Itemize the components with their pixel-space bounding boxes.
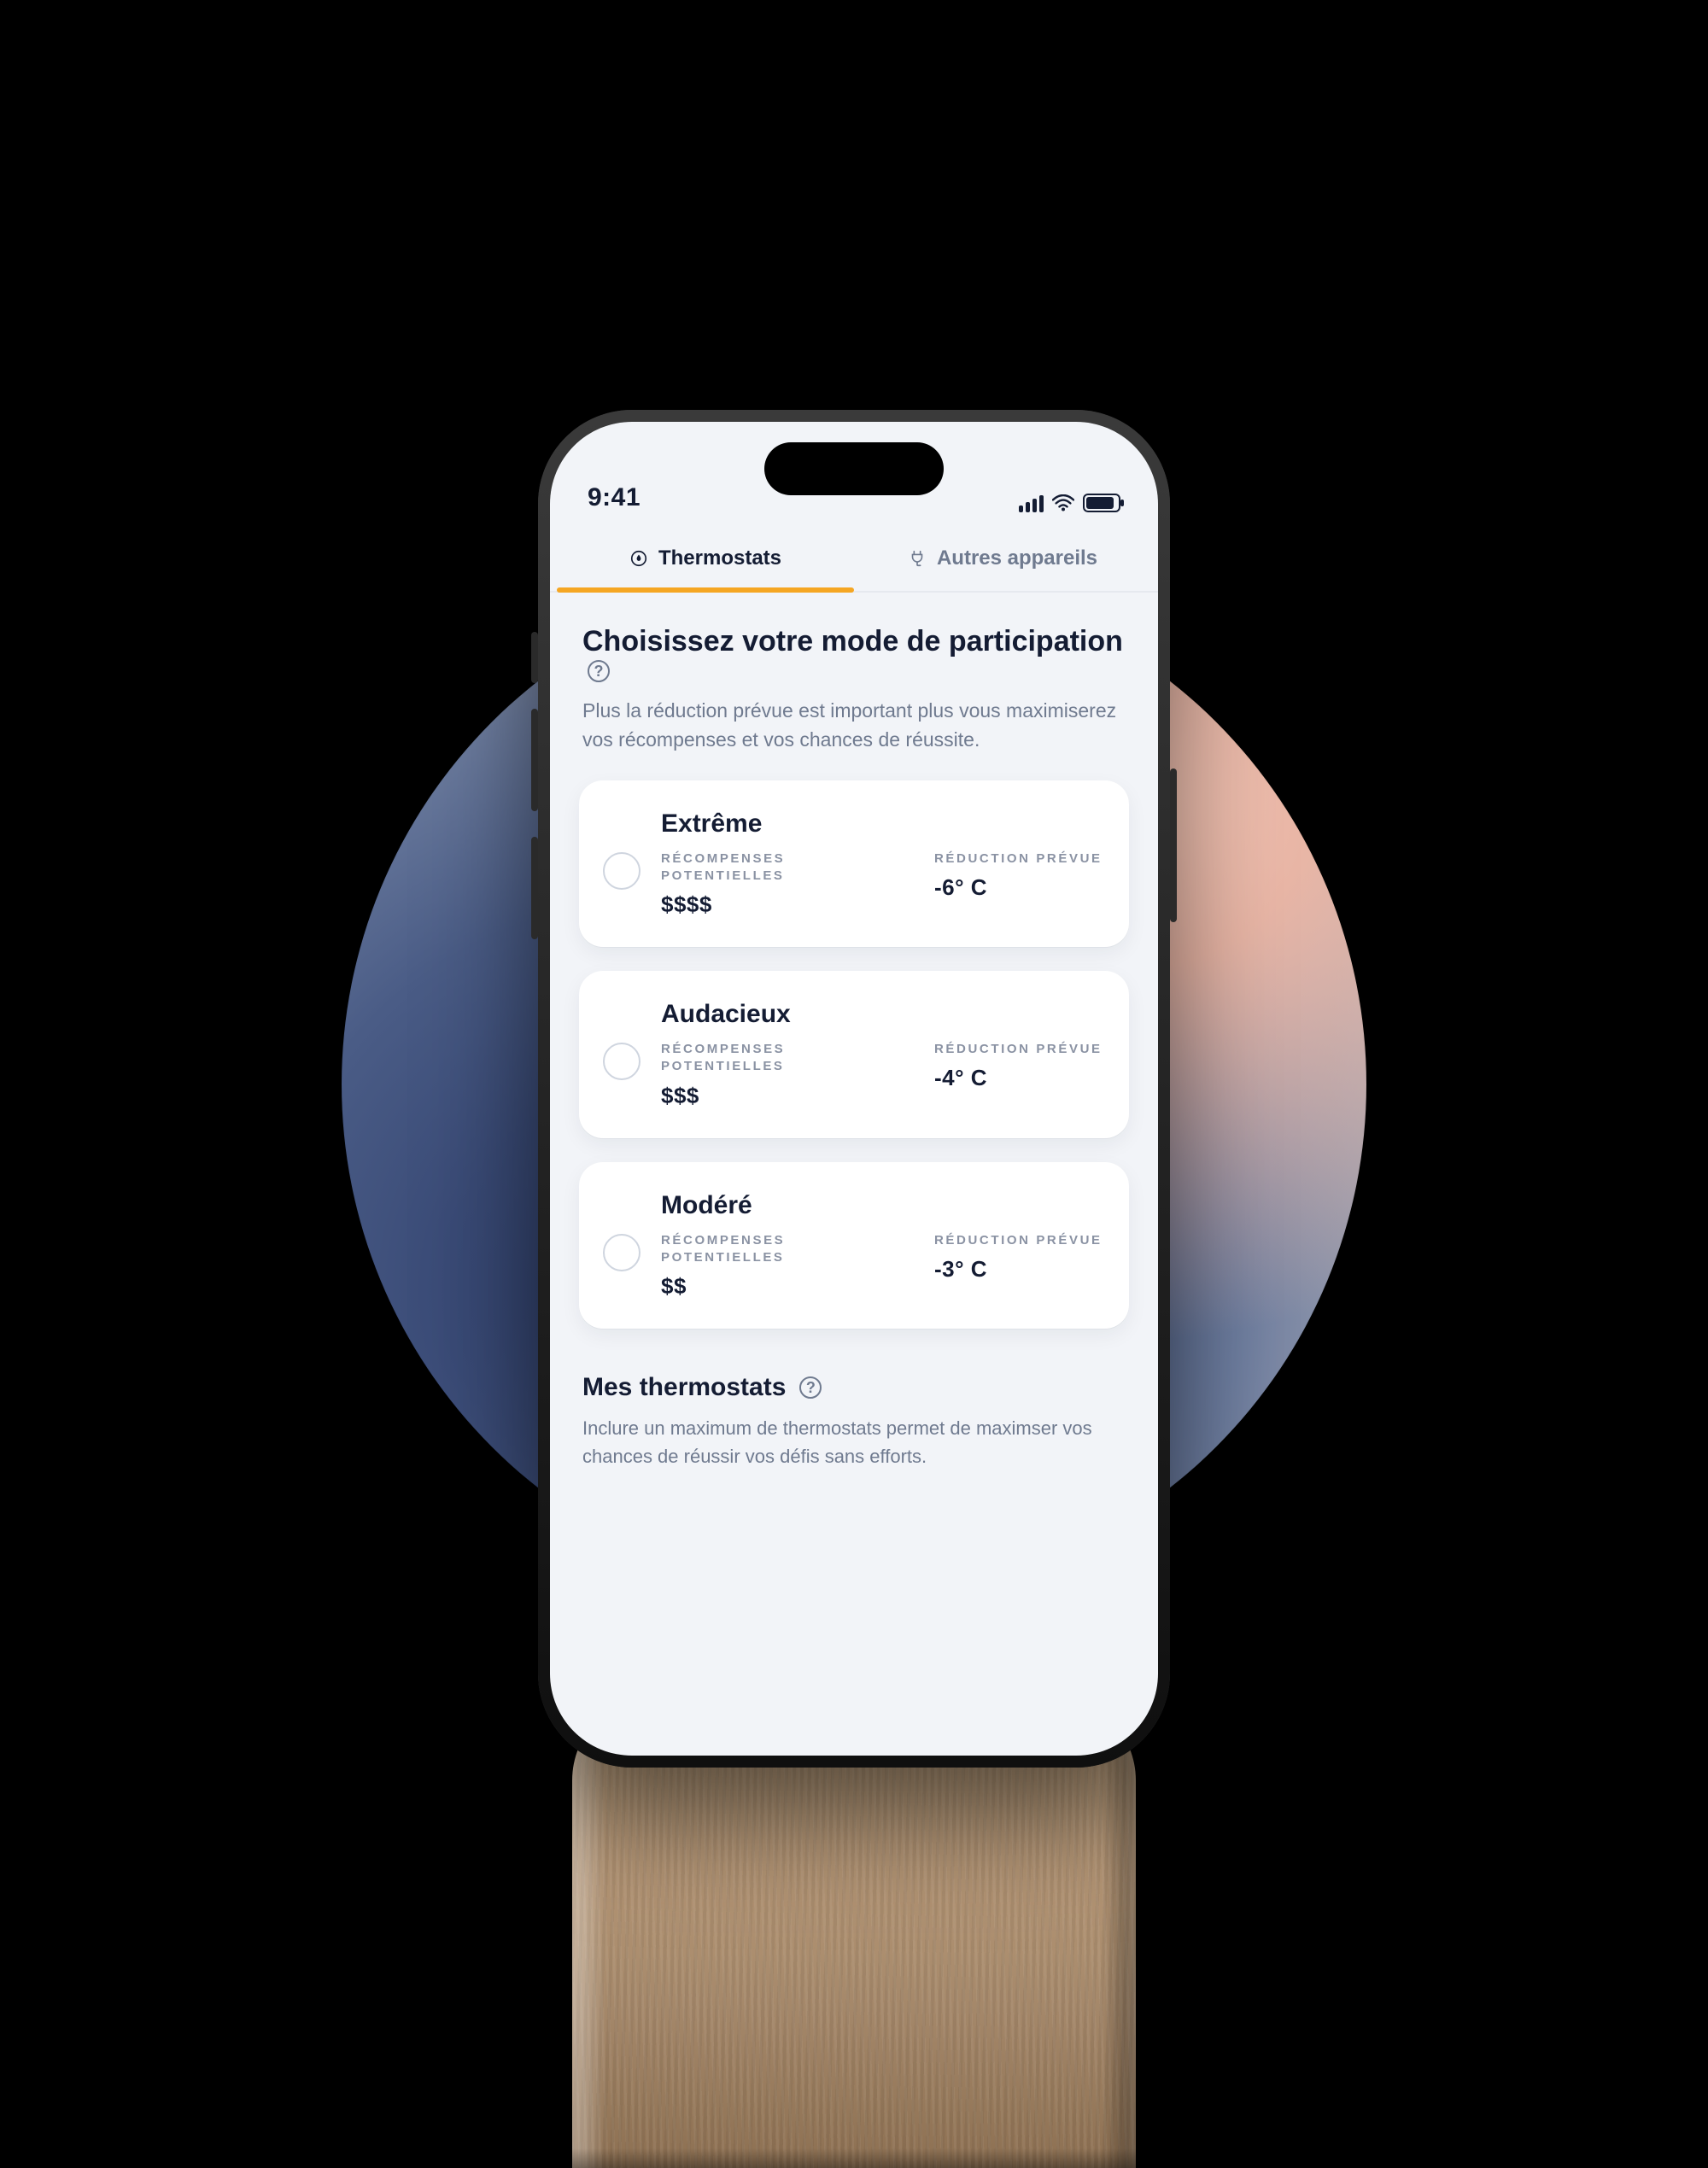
stat-label: RÉCOMPENSES POTENTIELLES: [661, 1232, 900, 1267]
stat-value: $$$$: [661, 891, 900, 918]
option-name: Audacieux: [661, 1000, 1105, 1029]
page-title: Choisissez votre mode de participation: [582, 625, 1123, 657]
section-desc: Inclure un maximum de thermostats permet…: [582, 1414, 1126, 1470]
plug-icon: [908, 549, 927, 568]
phone-frame: 9:41: [538, 410, 1170, 1768]
wifi-icon: [1052, 494, 1074, 511]
main-scroll[interactable]: Choisissez votre mode de participation ?…: [550, 593, 1158, 1756]
option-stats: RÉCOMPENSES POTENTIELLES $$$ RÉDUCTION P…: [661, 1041, 1105, 1109]
stat-rewards: RÉCOMPENSES POTENTIELLES $$$$: [661, 850, 900, 919]
tab-other-devices[interactable]: Autres appareils: [854, 524, 1151, 591]
mute-switch: [531, 632, 538, 683]
radio-input[interactable]: [603, 1234, 640, 1271]
stat-value: $$: [661, 1273, 900, 1300]
stat-rewards: RÉCOMPENSES POTENTIELLES $$$: [661, 1041, 900, 1109]
stat-reduction: RÉDUCTION PRÉVUE -3° C: [934, 1232, 1105, 1300]
battery-icon: [1083, 494, 1120, 512]
stat-label: RÉDUCTION PRÉVUE: [934, 1232, 1105, 1249]
tabs: Thermostats Autres appareils: [550, 524, 1158, 593]
section-title-wrap: Mes thermostats ?: [582, 1373, 1126, 1402]
card-body: Extrême RÉCOMPENSES POTENTIELLES $$$$ RÉ…: [661, 809, 1105, 919]
page-subtitle: Plus la réduction prévue est important p…: [582, 696, 1126, 755]
cellular-signal-icon: [1019, 494, 1044, 512]
stage: 9:41: [0, 0, 1708, 2168]
option-card-extreme[interactable]: Extrême RÉCOMPENSES POTENTIELLES $$$$ RÉ…: [579, 780, 1129, 948]
radio-input[interactable]: [603, 1043, 640, 1080]
stat-label: RÉDUCTION PRÉVUE: [934, 1041, 1105, 1058]
card-body: Audacieux RÉCOMPENSES POTENTIELLES $$$ R…: [661, 1000, 1105, 1109]
card-body: Modéré RÉCOMPENSES POTENTIELLES $$ RÉDUC…: [661, 1191, 1105, 1300]
tab-label: Autres appareils: [937, 546, 1097, 570]
dynamic-island: [764, 442, 944, 495]
stat-value: -3° C: [934, 1256, 1105, 1283]
section-title: Mes thermostats: [582, 1373, 786, 1402]
help-icon[interactable]: ?: [799, 1376, 822, 1399]
stat-reduction: RÉDUCTION PRÉVUE -4° C: [934, 1041, 1105, 1109]
radio-input[interactable]: [603, 852, 640, 890]
option-name: Modéré: [661, 1191, 1105, 1220]
thermostat-icon: [629, 549, 648, 568]
phone-screen: 9:41: [550, 422, 1158, 1756]
status-time: 9:41: [588, 483, 640, 512]
stat-label: RÉCOMPENSES POTENTIELLES: [661, 1041, 900, 1076]
stat-value: $$$: [661, 1083, 900, 1109]
stat-label: RÉCOMPENSES POTENTIELLES: [661, 850, 900, 885]
stat-label: RÉDUCTION PRÉVUE: [934, 850, 1105, 868]
tab-thermostats[interactable]: Thermostats: [557, 524, 854, 591]
status-indicators: [1019, 494, 1120, 512]
option-card-moderate[interactable]: Modéré RÉCOMPENSES POTENTIELLES $$ RÉDUC…: [579, 1162, 1129, 1329]
stat-rewards: RÉCOMPENSES POTENTIELLES $$: [661, 1232, 900, 1300]
stat-value: -6° C: [934, 874, 1105, 901]
option-name: Extrême: [661, 809, 1105, 839]
option-card-bold[interactable]: Audacieux RÉCOMPENSES POTENTIELLES $$$ R…: [579, 971, 1129, 1138]
stat-value: -4° C: [934, 1065, 1105, 1091]
power-button: [1170, 768, 1177, 922]
help-icon[interactable]: ?: [588, 660, 610, 682]
page-title-wrap: Choisissez votre mode de participation ?: [582, 623, 1126, 682]
app-root: 9:41: [550, 422, 1158, 1756]
volume-up-button: [531, 709, 538, 811]
stat-reduction: RÉDUCTION PRÉVUE -6° C: [934, 850, 1105, 919]
option-stats: RÉCOMPENSES POTENTIELLES $$ RÉDUCTION PR…: [661, 1232, 1105, 1300]
option-stats: RÉCOMPENSES POTENTIELLES $$$$ RÉDUCTION …: [661, 850, 1105, 919]
main-content: Choisissez votre mode de participation ?…: [579, 623, 1129, 1470]
tab-label: Thermostats: [658, 546, 781, 570]
volume-down-button: [531, 837, 538, 939]
